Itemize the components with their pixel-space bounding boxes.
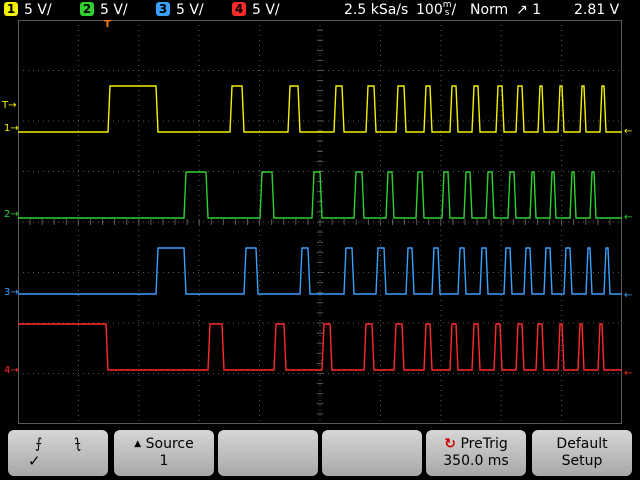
graticule [18, 20, 622, 424]
waveform-display[interactable] [18, 20, 622, 424]
channel-1-scale[interactable]: 15 V/ [4, 1, 52, 19]
channel-1-badge: 1 [4, 2, 18, 16]
blank-softkey-4[interactable] [322, 430, 422, 476]
trigger-level: 2.81 V [574, 2, 620, 18]
arrow-right-icon: → [10, 365, 19, 376]
pretrig-softkey[interactable]: ↻ PreTrig 350.0 ms [426, 430, 526, 476]
channel-4-badge: 4 [232, 2, 246, 16]
channel-2-ground-marker[interactable]: 2→ [4, 210, 19, 220]
check-icon: ✓ [28, 452, 41, 470]
trigger-mode[interactable]: Norm [470, 1, 508, 19]
channel-2-scale[interactable]: 25 V/ [80, 1, 128, 19]
slope-softkey[interactable]: ⨍ ⨍ ✓ [8, 430, 108, 476]
rising-edge-icon: ⨍ [35, 436, 43, 452]
softkey-bar: ⨍ ⨍ ✓ ▲ Source 1 ↻ PreTrig 350.0 ms Defa… [0, 426, 640, 480]
channel-3-right-arrow-icon: ← [624, 290, 633, 301]
trigger-edge-icon: ↗ [516, 2, 528, 18]
triangle-up-icon: ▲ [134, 439, 142, 449]
arrow-right-icon: → [10, 123, 19, 134]
rotate-knob-icon: ↻ [444, 436, 456, 452]
channel-1-right-arrow-icon: ← [624, 126, 633, 137]
arrow-right-icon: → [10, 287, 19, 298]
channel-1-ground-marker[interactable]: 1→ [4, 124, 19, 134]
channel-3-badge: 3 [156, 2, 170, 16]
channel-2-badge: 2 [80, 2, 94, 16]
source-softkey[interactable]: ▲ Source 1 [114, 430, 214, 476]
sample-rate: 2.5 kSa/s [344, 2, 409, 18]
arrow-right-icon: → [10, 209, 19, 220]
default-setup-softkey[interactable]: Default Setup [532, 430, 632, 476]
channel-3-scale[interactable]: 35 V/ [156, 1, 204, 19]
channel-2-right-arrow-icon: ← [624, 212, 633, 223]
status-bar: 15 V/ 25 V/ 35 V/ 45 V/ 2.5 kSa/s 100 m s /… [0, 0, 640, 20]
blank-softkey-3[interactable] [218, 430, 318, 476]
waveforms [18, 85, 622, 371]
trigger-position-marker[interactable]: T [104, 20, 111, 30]
trigger-level-marker[interactable]: T→ [2, 101, 17, 111]
trigger-source[interactable]: ↗ 1 [516, 1, 541, 19]
arrow-right-icon: → [8, 100, 17, 111]
timebase[interactable]: 100 m s / [416, 1, 456, 19]
channel-4-right-arrow-icon: ← [624, 368, 633, 379]
channel-4-scale[interactable]: 45 V/ [232, 1, 280, 19]
falling-edge-icon: ⨍ [73, 436, 81, 452]
channel-4-ground-marker[interactable]: 4→ [4, 366, 19, 376]
channel-3-ground-marker[interactable]: 3→ [4, 288, 19, 298]
